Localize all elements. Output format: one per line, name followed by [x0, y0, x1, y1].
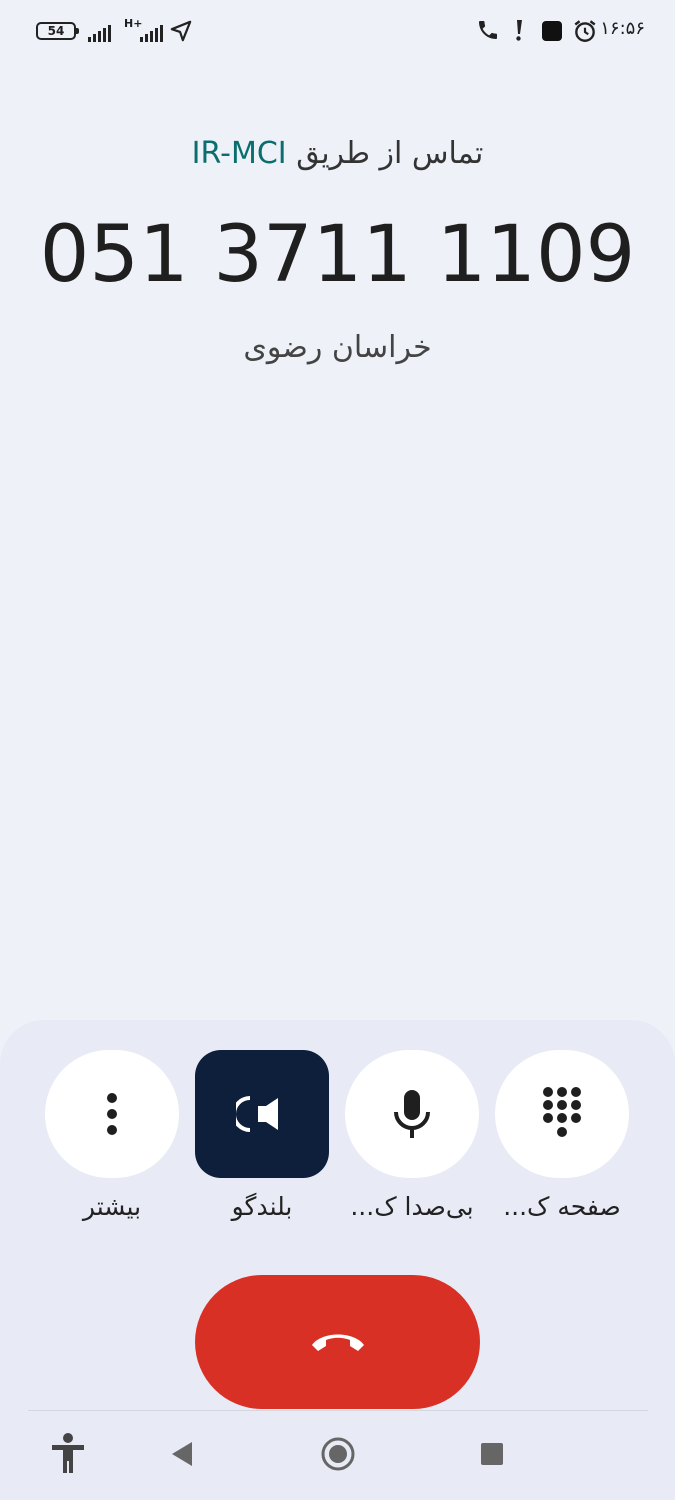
more-vert-icon: [107, 1093, 117, 1135]
call-via-line: تماس از طریق IR-MCI: [0, 136, 675, 171]
alert-icon: [516, 20, 522, 41]
accessibility-icon: [52, 1433, 84, 1473]
battery-level: 54: [47, 24, 65, 38]
status-bar: 54 H+ ۱۶:۵۶: [0, 0, 675, 64]
dialpad-label: صفحه ک...: [503, 1192, 621, 1221]
caller-number: 051 3711 1109: [39, 210, 636, 300]
mute-label: بی‌صدا ک...: [350, 1192, 474, 1221]
mic-icon: [394, 1090, 430, 1138]
home-button[interactable]: [316, 1432, 360, 1476]
speaker-label: بلندگو: [231, 1192, 293, 1221]
caller-location: خراسان رضوی: [243, 330, 432, 365]
speaker-icon: [236, 1096, 278, 1132]
recents-icon: [481, 1443, 503, 1465]
signal-icon-2: [140, 22, 163, 42]
dialpad-button[interactable]: [495, 1050, 629, 1178]
dialpad-icon: [543, 1087, 581, 1137]
phone-icon: [479, 21, 497, 39]
carrier-name: IR-MCI: [191, 136, 287, 171]
back-icon: [172, 1442, 192, 1466]
square-app-icon: [542, 21, 562, 41]
signal-icon: [88, 22, 111, 42]
navigation-icon: [170, 20, 192, 42]
mute-button[interactable]: [345, 1050, 479, 1178]
alarm-icon: [574, 20, 596, 42]
more-label: بیشتر: [82, 1192, 142, 1221]
end-call-icon: [311, 1334, 364, 1351]
speaker-button[interactable]: [195, 1050, 329, 1178]
more-button[interactable]: [45, 1050, 179, 1178]
end-call-button[interactable]: [195, 1275, 480, 1409]
nav-divider: [28, 1410, 648, 1411]
home-icon: [321, 1437, 355, 1471]
status-clock: ۱۶:۵۶: [600, 18, 645, 39]
back-button[interactable]: [160, 1432, 204, 1476]
call-via-prefix: تماس از طریق: [296, 136, 484, 171]
battery-icon: 54: [36, 22, 79, 40]
recents-button[interactable]: [470, 1432, 514, 1476]
accessibility-button[interactable]: [46, 1432, 90, 1476]
